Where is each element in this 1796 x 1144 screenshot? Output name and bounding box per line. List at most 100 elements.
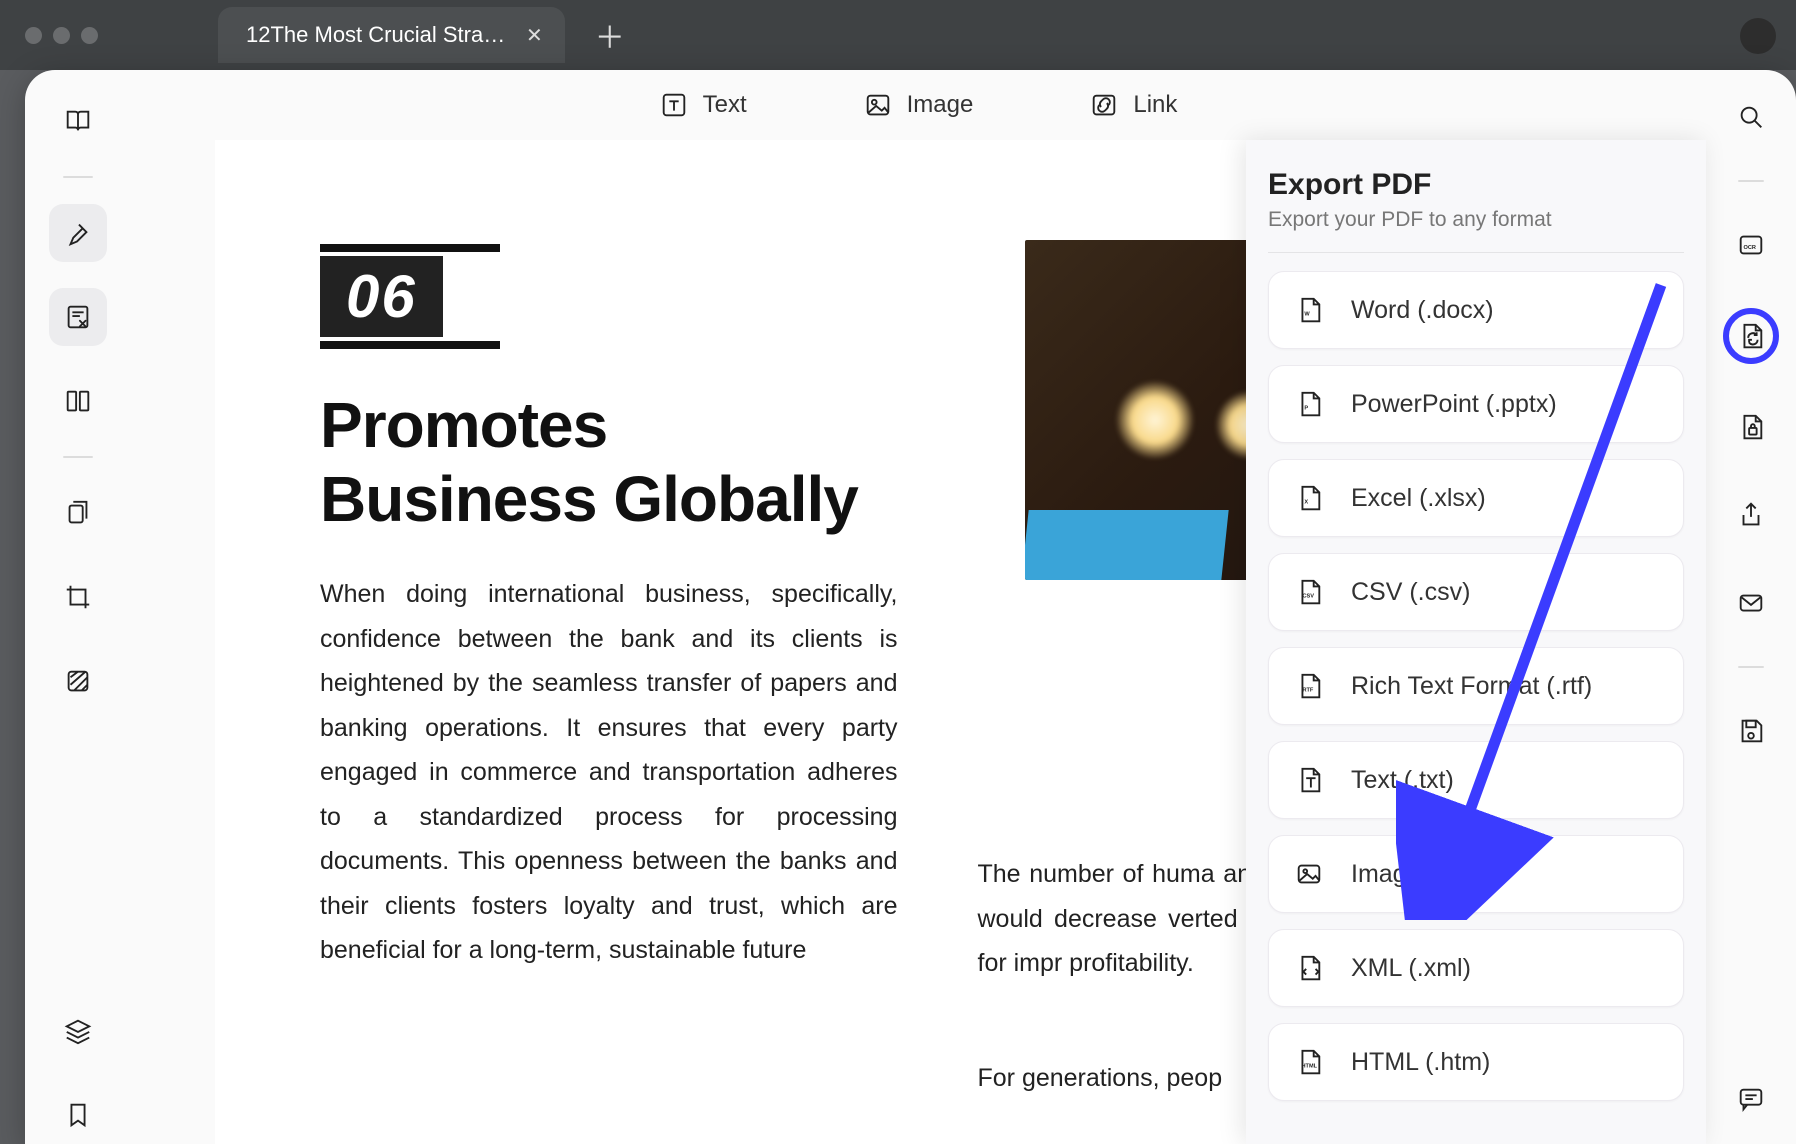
option-label: CSV (.csv) xyxy=(1351,578,1470,607)
word-file-icon: W xyxy=(1291,292,1327,328)
toolbar-separator xyxy=(63,456,93,458)
search-button[interactable] xyxy=(1726,92,1776,142)
app-frame: Text Image Link 06 Promotes Business Glo… xyxy=(25,70,1796,1144)
redact-button[interactable] xyxy=(49,652,107,710)
html-file-icon: HTML xyxy=(1291,1044,1327,1080)
new-tab-button[interactable]: ＋ xyxy=(595,13,625,57)
hatch-icon xyxy=(63,666,93,696)
ocr-icon: OCR xyxy=(1736,230,1766,260)
export-image-button[interactable]: Image xyxy=(1268,835,1684,913)
ocr-button[interactable]: OCR xyxy=(1726,220,1776,270)
chapter-number: 06 xyxy=(320,256,443,337)
svg-text:P: P xyxy=(1304,406,1308,412)
maximize-window-icon[interactable] xyxy=(81,27,98,44)
bookmark-icon xyxy=(63,1100,93,1130)
text-label: Text xyxy=(703,91,747,119)
edit-page-icon xyxy=(63,302,93,332)
export-powerpoint-button[interactable]: P PowerPoint (.pptx) xyxy=(1268,365,1684,443)
option-label: Rich Text Format (.rtf) xyxy=(1351,672,1592,701)
panel-divider xyxy=(1268,252,1684,253)
svg-text:W: W xyxy=(1304,312,1310,318)
export-text-button[interactable]: Text (.txt) xyxy=(1268,741,1684,819)
image-file-icon xyxy=(1291,856,1327,892)
image-icon xyxy=(863,90,893,120)
heading-line-2: Business Globally xyxy=(320,463,858,535)
mail-button[interactable] xyxy=(1726,578,1776,628)
excel-file-icon: X xyxy=(1291,480,1327,516)
lock-file-icon xyxy=(1736,412,1766,442)
close-tab-icon[interactable]: ✕ xyxy=(526,23,543,48)
columns-icon xyxy=(63,386,93,416)
powerpoint-file-icon: P xyxy=(1291,386,1327,422)
convert-icon xyxy=(1736,321,1766,351)
crop-button[interactable] xyxy=(49,568,107,626)
svg-text:CSV: CSV xyxy=(1302,594,1314,600)
toolbar-separator xyxy=(63,176,93,178)
option-label: XML (.xml) xyxy=(1351,954,1471,983)
share-button[interactable] xyxy=(1726,490,1776,540)
export-word-button[interactable]: W Word (.docx) xyxy=(1268,271,1684,349)
csv-file-icon: CSV xyxy=(1291,574,1327,610)
edit-toolbar: Text Image Link xyxy=(130,70,1706,140)
option-label: Excel (.xlsx) xyxy=(1351,484,1486,513)
highlighter-icon xyxy=(63,218,93,248)
mail-icon xyxy=(1736,588,1766,618)
export-html-button[interactable]: HTML HTML (.htm) xyxy=(1268,1023,1684,1101)
image-label: Image xyxy=(907,91,974,119)
layers-icon xyxy=(63,1016,93,1046)
minimize-window-icon[interactable] xyxy=(53,27,70,44)
svg-text:OCR: OCR xyxy=(1744,245,1756,251)
option-label: PowerPoint (.pptx) xyxy=(1351,390,1557,419)
pages-button[interactable] xyxy=(49,484,107,542)
export-panel: Export PDF Export your PDF to any format… xyxy=(1246,140,1706,1144)
toolbar-separator xyxy=(1738,666,1764,668)
insert-text-button[interactable]: Text xyxy=(641,82,765,128)
export-xml-button[interactable]: XML (.xml) xyxy=(1268,929,1684,1007)
text-box-icon xyxy=(659,90,689,120)
option-label: HTML (.htm) xyxy=(1351,1048,1490,1077)
comment-icon xyxy=(1736,1084,1766,1114)
option-label: Word (.docx) xyxy=(1351,296,1494,325)
close-window-icon[interactable] xyxy=(25,27,42,44)
insert-link-button[interactable]: Link xyxy=(1071,82,1195,128)
crop-icon xyxy=(63,582,93,612)
bookmark-button[interactable] xyxy=(49,1086,107,1144)
option-label: Text (.txt) xyxy=(1351,766,1454,795)
avatar[interactable] xyxy=(1740,18,1776,54)
svg-text:X: X xyxy=(1304,500,1308,506)
document-tab[interactable]: 12The Most Crucial Strateg ✕ xyxy=(218,7,565,63)
export-title: Export PDF xyxy=(1268,168,1684,202)
export-excel-button[interactable]: X Excel (.xlsx) xyxy=(1268,459,1684,537)
tab-title: 12The Most Crucial Strateg xyxy=(246,22,506,48)
export-csv-button[interactable]: CSV CSV (.csv) xyxy=(1268,553,1684,631)
protect-button[interactable] xyxy=(1726,402,1776,452)
pages-stack-icon xyxy=(63,498,93,528)
xml-file-icon xyxy=(1291,950,1327,986)
edit-text-button[interactable] xyxy=(49,288,107,346)
layers-button[interactable] xyxy=(49,1002,107,1060)
highlighter-button[interactable] xyxy=(49,204,107,262)
compare-button[interactable] xyxy=(49,372,107,430)
text-file-icon xyxy=(1291,762,1327,798)
svg-text:HTML: HTML xyxy=(1302,1064,1318,1070)
search-icon xyxy=(1736,102,1766,132)
traffic-lights xyxy=(25,27,98,44)
book-open-icon xyxy=(63,106,93,136)
share-icon xyxy=(1736,500,1766,530)
tab-strip: 12The Most Crucial Strateg ✕ ＋ xyxy=(218,7,625,63)
reader-mode-button[interactable] xyxy=(49,92,107,150)
left-toolbar xyxy=(25,70,130,1144)
option-label: Image xyxy=(1351,860,1420,889)
convert-button[interactable] xyxy=(1723,308,1779,364)
window-titlebar: 12The Most Crucial Strateg ✕ ＋ xyxy=(0,0,1796,70)
comments-button[interactable] xyxy=(1726,1074,1776,1124)
svg-text:RTF: RTF xyxy=(1302,688,1313,694)
right-toolbar: OCR xyxy=(1706,70,1796,1144)
export-subtitle: Export your PDF to any format xyxy=(1268,208,1684,232)
link-label: Link xyxy=(1133,91,1177,119)
export-rtf-button[interactable]: RTF Rich Text Format (.rtf) xyxy=(1268,647,1684,725)
link-icon xyxy=(1089,90,1119,120)
save-icon xyxy=(1736,716,1766,746)
insert-image-button[interactable]: Image xyxy=(845,82,992,128)
save-button[interactable] xyxy=(1726,706,1776,756)
